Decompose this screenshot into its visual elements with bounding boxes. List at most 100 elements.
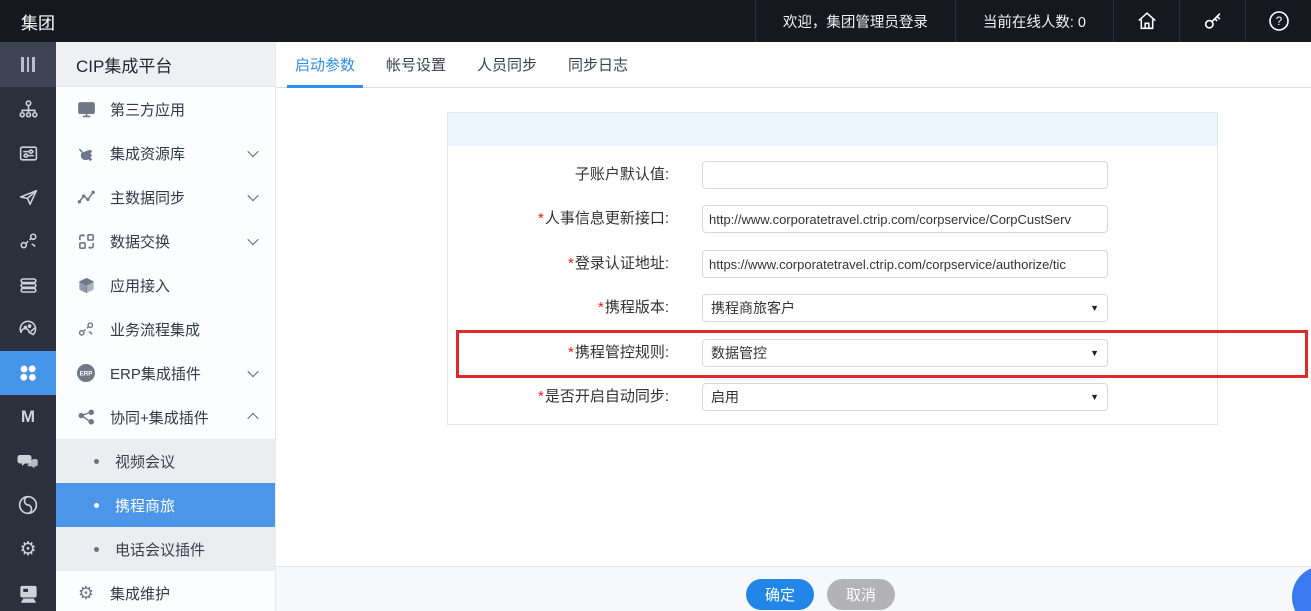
tab-sync-log[interactable]: 同步日志 — [568, 42, 628, 88]
palette-icon — [18, 319, 39, 340]
chevron-down-icon — [247, 145, 259, 158]
submenu-item-video-conference[interactable]: 视频会议 — [56, 439, 275, 483]
form-row: *登录认证地址: — [448, 250, 1108, 278]
home-button[interactable] — [1113, 0, 1179, 42]
rail-item-org-chart[interactable] — [0, 87, 56, 131]
exchange-icon — [76, 231, 96, 251]
svg-text:?: ? — [1275, 16, 1281, 28]
submenu-item-label: 电话会议插件 — [115, 541, 206, 559]
cube-icon — [76, 275, 96, 295]
topbar: 集团 欢迎，集团管理员登录 当前在线人数: 0 ? — [0, 0, 1311, 42]
rail-item-stack[interactable] — [0, 263, 56, 307]
form-row: *携程管控规则: 数据管控 ▼ — [448, 339, 1108, 367]
stack-icon — [18, 275, 39, 296]
rail-item-chat[interactable] — [0, 439, 56, 483]
chevron-down-icon — [247, 365, 259, 378]
footer-bar: 确定 取消 — [276, 566, 1311, 611]
submenu-item-phone-conference[interactable]: 电话会议插件 — [56, 527, 275, 571]
link-flow-icon — [18, 231, 39, 252]
gear-icon: ⚙ — [77, 583, 95, 603]
hr-info-update-api-input[interactable] — [702, 205, 1108, 233]
rail-item-control-panel[interactable] — [0, 131, 56, 175]
erp-badge-icon: ERP — [76, 363, 96, 383]
plug-icon — [76, 143, 96, 163]
bullet-icon — [94, 502, 99, 508]
sidebar-title: CIP集成平台 — [56, 42, 275, 87]
sidebar-item-app-access[interactable]: 应用接入 — [56, 263, 275, 307]
rail-item-link-flow[interactable] — [0, 219, 56, 263]
ctrip-control-rule-select[interactable]: 数据管控 ▼ — [702, 339, 1108, 367]
auto-sync-select[interactable]: 启用 ▼ — [702, 383, 1108, 411]
panel-header-strip — [448, 113, 1217, 146]
sidebar-item-third-party-apps[interactable]: 第三方应用 — [56, 87, 275, 131]
sidebar-item-master-data-sync[interactable]: 主数据同步 — [56, 175, 275, 219]
workstation-icon — [18, 583, 39, 604]
send-icon — [18, 187, 39, 208]
sidebar-item-data-exchange[interactable]: 数据交换 — [56, 219, 275, 263]
chat-icon — [17, 450, 39, 472]
data-nodes-icon — [76, 187, 96, 207]
help-icon: ? — [1267, 9, 1291, 33]
flow-link-icon — [76, 319, 96, 339]
field-label: *携程管控规则: — [567, 344, 669, 361]
rail-item-gear[interactable]: ⚙ — [0, 527, 56, 571]
sidebar-item-integration-repository[interactable]: 集成资源库 — [56, 131, 275, 175]
sidebar: CIP集成平台 第三方应用 集成资源库 主数据同步 数据交换 应用接入 业务流程 — [56, 42, 276, 611]
collab-submenu: 视频会议 携程商旅 电话会议插件 — [56, 439, 275, 571]
svg-text:ERP: ERP — [80, 371, 93, 378]
sidebar-item-label: 主数据同步 — [110, 189, 186, 207]
sub-account-default-input[interactable] — [702, 161, 1108, 189]
rail-item-columns-menu[interactable] — [0, 42, 56, 87]
submenu-item-label: 视频会议 — [115, 453, 176, 471]
key-button[interactable] — [1179, 0, 1245, 42]
sidebar-item-label: 数据交换 — [110, 233, 171, 251]
select-arrow-icon: ▼ — [1090, 348, 1099, 358]
ctrip-version-select[interactable]: 携程商旅客户 ▼ — [702, 294, 1108, 322]
bullet-icon — [94, 546, 99, 552]
cancel-button[interactable]: 取消 — [827, 579, 895, 610]
home-icon — [1136, 10, 1158, 32]
rail-item-workstation[interactable] — [0, 571, 56, 611]
sidebar-item-collab-plugins[interactable]: 协同+集成插件 — [56, 395, 275, 439]
settings-panel: 子账户默认值: *人事信息更新接口: *登录认证地址: *携程版本: 携程商旅客… — [447, 112, 1218, 425]
swirl-icon — [17, 494, 39, 516]
field-label: *人事信息更新接口: — [537, 210, 669, 227]
rail-item-apps-clover[interactable] — [0, 351, 56, 395]
tab-account-settings[interactable]: 帐号设置 — [386, 42, 446, 88]
sidebar-item-business-process-integration[interactable]: 业务流程集成 — [56, 307, 275, 351]
brand-title: 集团 — [21, 13, 55, 33]
tab-bar: 启动参数 帐号设置 人员同步 同步日志 — [276, 42, 1311, 88]
rail-item-letter-m[interactable]: M — [0, 395, 56, 439]
apps-clover-icon — [17, 362, 39, 384]
tab-personnel-sync[interactable]: 人员同步 — [477, 42, 537, 88]
sidebar-item-label: 业务流程集成 — [110, 321, 201, 339]
form-row: 子账户默认值: — [448, 161, 1108, 189]
rail-item-swirl[interactable] — [0, 483, 56, 527]
field-label: *登录认证地址: — [567, 255, 669, 272]
confirm-button[interactable]: 确定 — [746, 579, 814, 610]
submenu-item-ctrip-travel[interactable]: 携程商旅 — [56, 483, 275, 527]
sidebar-item-integration-maintenance[interactable]: ⚙ 集成维护 — [56, 571, 275, 611]
sidebar-item-label: 集成维护 — [110, 585, 171, 603]
sidebar-item-label: 集成资源库 — [110, 145, 186, 163]
tab-startup-params[interactable]: 启动参数 — [286, 42, 364, 88]
help-button[interactable]: ? — [1245, 0, 1311, 42]
login-auth-url-input[interactable] — [702, 250, 1108, 278]
app-window: 集团 欢迎，集团管理员登录 当前在线人数: 0 ? M ⚙ CIP集成平台 第三… — [0, 0, 1311, 611]
form-row: *携程版本: 携程商旅客户 ▼ — [448, 294, 1108, 322]
sidebar-item-erp-plugins[interactable]: ERP ERP集成插件 — [56, 351, 275, 395]
chevron-down-icon — [247, 189, 259, 202]
submenu-item-label: 携程商旅 — [115, 497, 176, 515]
chevron-up-icon — [247, 412, 259, 425]
key-icon — [1202, 10, 1224, 32]
rail-item-palette[interactable] — [0, 307, 56, 351]
bullet-icon — [94, 458, 99, 464]
chevron-down-icon — [247, 233, 259, 246]
rail-item-send[interactable] — [0, 175, 56, 219]
field-label: 子账户默认值: — [574, 166, 669, 183]
sidebar-item-label: ERP集成插件 — [110, 365, 201, 383]
monitor-icon — [76, 99, 96, 119]
welcome-text: 欢迎，集团管理员登录 — [754, 0, 955, 42]
select-arrow-icon: ▼ — [1090, 303, 1099, 313]
control-panel-icon — [18, 143, 39, 164]
